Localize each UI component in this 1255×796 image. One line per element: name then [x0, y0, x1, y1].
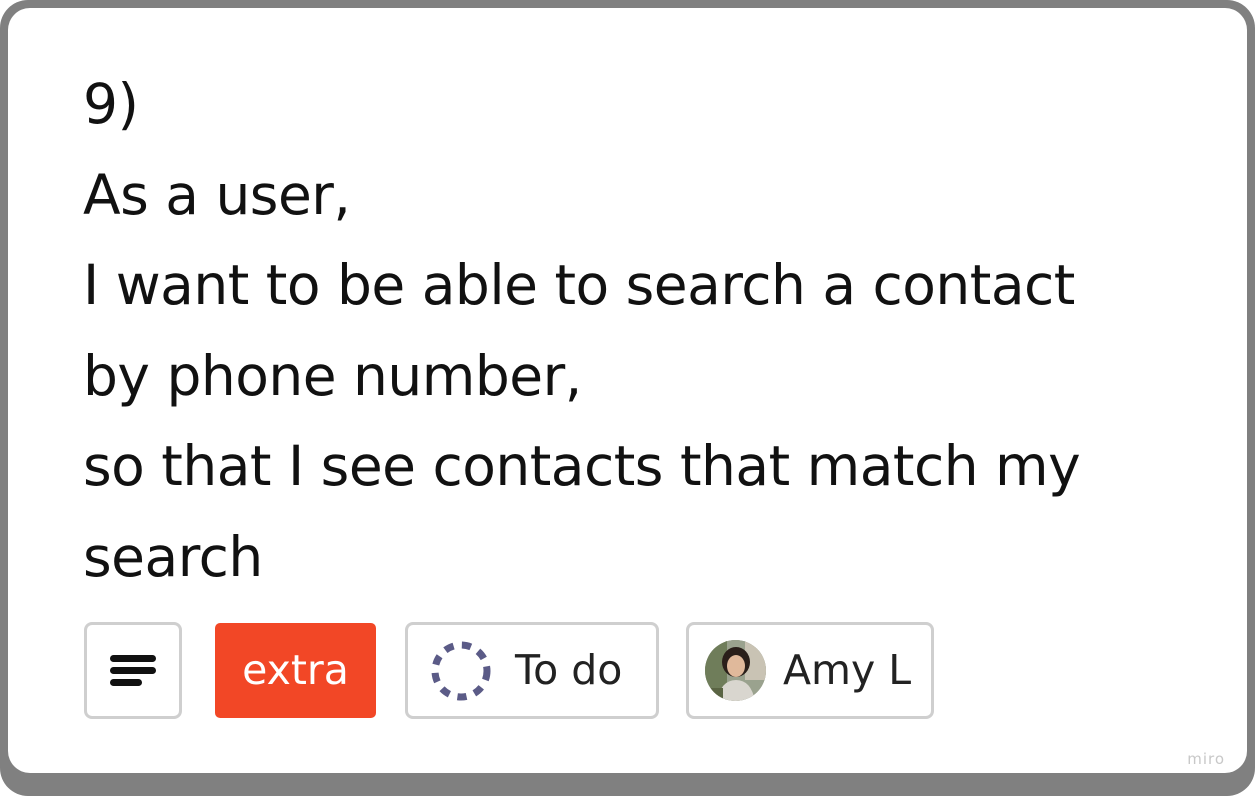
- card-text[interactable]: 9) As a user, I want to be able to searc…: [83, 59, 1193, 602]
- miro-watermark: miro: [1179, 748, 1233, 772]
- assignee-chip[interactable]: Amy L: [686, 622, 934, 719]
- status-label: To do: [515, 646, 623, 694]
- card-text-line: by phone number,: [83, 343, 582, 408]
- card-text-line: 9): [83, 72, 139, 136]
- tag-label: extra: [242, 646, 349, 694]
- tag-chip[interactable]: extra: [215, 623, 376, 718]
- card-frame: 9) As a user, I want to be able to searc…: [0, 0, 1255, 796]
- card-text-line: As a user,: [83, 162, 351, 227]
- status-chip[interactable]: To do: [405, 622, 659, 719]
- dashed-circle-icon: [431, 641, 491, 701]
- card-text-line: search: [83, 524, 263, 589]
- assignee-name: Amy L: [783, 646, 912, 694]
- card-text-line: I want to be able to search a contact: [83, 253, 1075, 317]
- card-text-line: so that I see contacts that match my: [83, 434, 1081, 498]
- user-story-card[interactable]: 9) As a user, I want to be able to searc…: [8, 8, 1247, 773]
- description-button[interactable]: [84, 622, 182, 719]
- avatar: [705, 640, 766, 701]
